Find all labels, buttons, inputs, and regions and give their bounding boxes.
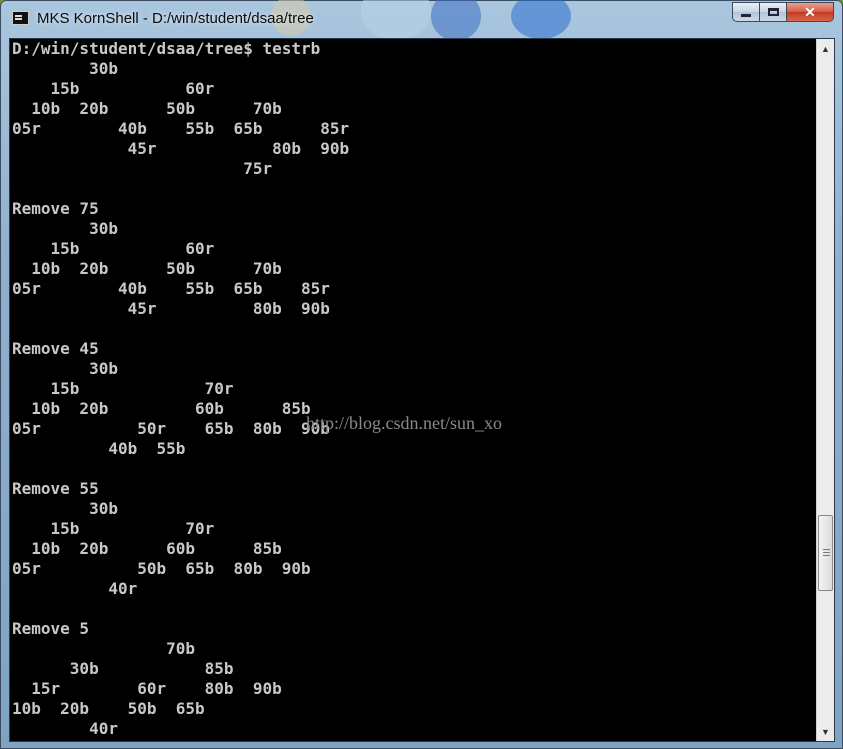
console-line: 15b 60r bbox=[12, 239, 215, 258]
console-line: 15r 60r 80b 90b bbox=[12, 679, 282, 698]
console-line: 05r 50b 65b 80b 90b bbox=[12, 559, 311, 578]
console-line: 05r 40b 55b 65b 85r bbox=[12, 119, 350, 138]
window-title: MKS KornShell - D:/win/student/dsaa/tree bbox=[37, 10, 314, 27]
close-icon: ✕ bbox=[804, 4, 816, 20]
window-controls: ✕ bbox=[732, 2, 834, 23]
grip-line bbox=[823, 555, 830, 556]
console-line: 45r 80b 90b bbox=[12, 299, 330, 318]
console-line: 30b 85b bbox=[12, 659, 234, 678]
maximize-icon bbox=[767, 8, 779, 16]
scroll-thumb[interactable] bbox=[818, 515, 833, 591]
console-output[interactable]: D:/win/student/dsaa/tree$ testrb 30b 15b… bbox=[12, 39, 814, 741]
vertical-scrollbar[interactable]: ▲ ▼ bbox=[816, 39, 834, 741]
console-line: 05r 40b 55b 65b 85r bbox=[12, 279, 330, 298]
console-line: Remove 5 bbox=[12, 619, 90, 638]
console-line: Remove 75 bbox=[12, 199, 99, 218]
console-line: 15b 70r bbox=[12, 519, 215, 538]
console-icon[interactable] bbox=[12, 11, 29, 25]
console-line: 40r bbox=[12, 719, 118, 738]
title-bar[interactable]: MKS KornShell - D:/win/student/dsaa/tree… bbox=[1, 1, 842, 37]
terminal-window: MKS KornShell - D:/win/student/dsaa/tree… bbox=[0, 0, 843, 749]
console-line: 45r 80b 90b bbox=[12, 139, 350, 158]
console-line: 30b bbox=[12, 499, 118, 518]
console-line: 10b 20b 50b 70b bbox=[12, 99, 282, 118]
console-line: 10b 20b 50b 65b bbox=[12, 699, 205, 718]
maximize-button[interactable] bbox=[760, 2, 787, 22]
console-line: 40r bbox=[12, 579, 138, 598]
grip-line bbox=[823, 552, 830, 553]
console-line: 10b 20b 60b 85b bbox=[12, 539, 282, 558]
minimize-icon bbox=[741, 13, 751, 17]
console-line: 15b 70r bbox=[12, 379, 234, 398]
close-button[interactable]: ✕ bbox=[787, 2, 834, 22]
console-line: 15b 60r bbox=[12, 79, 215, 98]
console-line: D:/win/student/dsaa/tree$ testrb bbox=[12, 39, 321, 58]
grip-line bbox=[823, 549, 830, 550]
watermark: http://blog.csdn.net/sun_xo bbox=[306, 413, 502, 433]
console-area[interactable]: D:/win/student/dsaa/tree$ testrb 30b 15b… bbox=[9, 38, 835, 742]
console-line: Remove 55 bbox=[12, 479, 99, 498]
console-line: 30b bbox=[12, 59, 118, 78]
console-line: 75r bbox=[12, 159, 273, 178]
scroll-up-arrow-icon[interactable]: ▲ bbox=[817, 40, 834, 57]
console-line: 40b 55b bbox=[12, 439, 186, 458]
minimize-button[interactable] bbox=[732, 2, 760, 22]
scroll-down-arrow-icon[interactable]: ▼ bbox=[817, 723, 834, 740]
console-line: 70b bbox=[12, 639, 196, 658]
console-line: Remove 45 bbox=[12, 339, 99, 358]
console-line: 30b bbox=[12, 359, 118, 378]
console-line: 30b bbox=[12, 219, 118, 238]
console-line: 10b 20b 50b 70b bbox=[12, 259, 282, 278]
